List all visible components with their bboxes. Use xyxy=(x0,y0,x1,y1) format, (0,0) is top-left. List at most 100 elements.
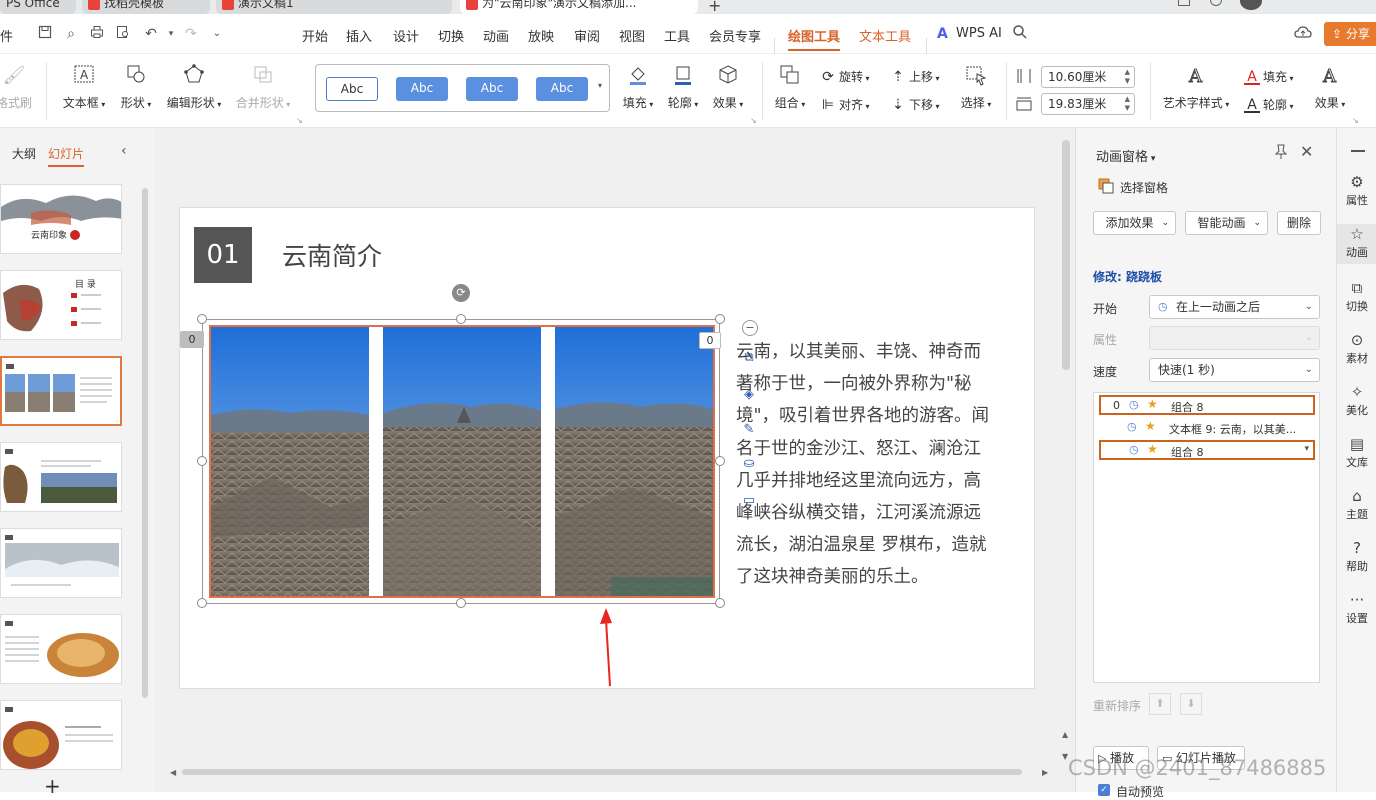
menu-file[interactable]: 件 xyxy=(0,26,13,45)
menu-item-wps-ai[interactable]: WPS AI xyxy=(956,26,1002,41)
edit-shape-button[interactable]: 编辑形状 ▾ xyxy=(162,64,226,111)
menu-item-drawing-tools[interactable]: 绘图工具 xyxy=(788,26,841,51)
new-tab-icon[interactable]: + xyxy=(708,0,721,14)
align-button[interactable]: ⊫ 对齐 ▾ xyxy=(820,96,870,113)
sidebar-collapse-icon[interactable] xyxy=(1351,150,1365,152)
output-icon[interactable]: ⌕ xyxy=(62,25,80,43)
group-button[interactable]: 组合 ▾ xyxy=(770,64,810,111)
text-outline-button[interactable]: A 轮廓 ▾ xyxy=(1244,96,1294,113)
slide-title[interactable]: 云南简介 xyxy=(282,237,382,273)
style-sample-fill-2[interactable]: Abc xyxy=(466,77,518,101)
resize-handle-bottom-left[interactable] xyxy=(197,598,207,608)
resize-handle-bottom[interactable] xyxy=(456,598,466,608)
save-icon[interactable] xyxy=(36,25,54,43)
slide-thumbnail-7[interactable] xyxy=(0,700,122,770)
search-icon[interactable] xyxy=(1012,24,1028,43)
art-text-style-button[interactable]: A 艺术字样式 ▾ xyxy=(1156,64,1236,111)
collapse-panel-icon[interactable]: ‹ xyxy=(121,143,127,159)
resize-handle-top-left[interactable] xyxy=(197,314,207,324)
tab-template[interactable]: 找稻壳模板 xyxy=(82,0,210,14)
style-sample-fill-1[interactable]: Abc xyxy=(396,77,448,101)
animation-list-item[interactable]: ◷ ★ 组合 8 ▾ xyxy=(1099,440,1315,460)
resize-handle-top-right[interactable] xyxy=(715,314,725,324)
move-up-icon[interactable]: ⬆ xyxy=(1149,693,1171,715)
undo-dropdown-icon[interactable]: ▾ xyxy=(162,25,180,43)
animation-pane-title[interactable]: 动画窗格 ▾ xyxy=(1096,146,1155,165)
height-input[interactable]: 19.83厘米 ▲ ▼ xyxy=(1041,93,1135,115)
menu-item-design[interactable]: 设计 xyxy=(393,26,419,45)
resize-handle-bottom-right[interactable] xyxy=(715,598,725,608)
smart-animation-button[interactable]: 智能动画 ⌄ xyxy=(1185,211,1268,235)
menu-item-member[interactable]: 会员专享 xyxy=(709,26,761,45)
format-painter-button[interactable]: 🖌 格式刷 xyxy=(0,64,36,111)
shape-outline-button[interactable]: 轮廓 ▾ xyxy=(663,64,703,111)
scroll-right-icon[interactable]: ▶ xyxy=(1042,768,1048,777)
more-dropdown-icon[interactable]: ⌄ xyxy=(208,25,226,43)
item-dropdown-icon[interactable]: ▾ xyxy=(1304,444,1309,454)
menu-item-review[interactable]: 审阅 xyxy=(574,26,600,45)
tab-outline[interactable]: 大纲 xyxy=(12,145,36,162)
sidebar-item-properties[interactable]: ⚙ 属性 xyxy=(1337,172,1376,208)
sidebar-item-help[interactable]: ? 帮助 xyxy=(1337,538,1376,574)
select-button[interactable]: 选择 ▾ xyxy=(956,64,996,111)
resize-handle-left[interactable] xyxy=(197,456,207,466)
skin-icon[interactable] xyxy=(1210,0,1222,6)
resize-handle-right[interactable] xyxy=(715,456,725,466)
sidebar-item-library[interactable]: ▤ 文库 xyxy=(1337,434,1376,470)
text-fill-button[interactable]: A 填充 ▾ xyxy=(1244,68,1294,85)
width-input[interactable]: 10.60厘米 ▲ ▼ xyxy=(1041,66,1135,88)
scroll-up-icon[interactable]: ▲ xyxy=(1062,730,1068,739)
animation-order-tag[interactable]: 0 xyxy=(699,332,721,349)
dialog-launcher-icon[interactable]: ↘ xyxy=(1352,116,1359,125)
slide-thumbnail-6[interactable] xyxy=(0,614,122,684)
move-down-icon[interactable]: ⬇ xyxy=(1180,693,1202,715)
shape-fill-button[interactable]: 填充 ▾ xyxy=(618,64,658,111)
animation-list-item[interactable]: ◷ ★ 文本框 9: 云南，以其美... xyxy=(1099,417,1315,437)
textbox-button[interactable]: A 文本框 ▾ xyxy=(58,64,110,111)
gallery-expand-icon[interactable]: ▾ xyxy=(598,81,602,90)
animation-list-item[interactable]: 0 ◷ ★ 组合 8 xyxy=(1099,395,1315,415)
style-sample-outline[interactable]: Abc xyxy=(326,77,378,101)
redo-icon[interactable]: ↷ xyxy=(182,25,200,43)
share-button[interactable]: ⇪ 分享 xyxy=(1324,22,1376,46)
speed-dropdown[interactable]: 快速(1 秒) ⌄ xyxy=(1149,358,1320,382)
slide-thumbnail-5[interactable] xyxy=(0,528,122,598)
shape-button[interactable]: 形状 ▾ xyxy=(114,64,158,111)
delete-animation-button[interactable]: 删除 xyxy=(1277,211,1321,235)
canvas-vertical-scrollbar[interactable] xyxy=(1062,140,1070,370)
width-spinner-icon[interactable]: ▲ ▼ xyxy=(1125,68,1130,86)
start-dropdown[interactable]: ◷ 在上一动画之后 ⌄ xyxy=(1149,295,1320,319)
user-avatar[interactable] xyxy=(1240,0,1262,10)
dialog-launcher-icon[interactable]: ↘ xyxy=(296,116,303,125)
sidebar-item-transition[interactable]: ⧉ 切换 xyxy=(1337,278,1376,314)
tab-active-document[interactable]: 为"云南印象"演示文稿添加... xyxy=(460,0,698,14)
menu-item-view[interactable]: 视图 xyxy=(619,26,645,45)
style-sample-fill-3[interactable]: Abc xyxy=(536,77,588,101)
horizontal-scroll-thumb[interactable] xyxy=(182,769,1022,775)
property-dropdown-disabled[interactable]: ⌄ xyxy=(1149,326,1320,350)
sidebar-item-theme[interactable]: ⌂ 主题 xyxy=(1337,486,1376,522)
sidebar-item-settings[interactable]: ··· 设置 xyxy=(1337,590,1376,626)
print-icon[interactable] xyxy=(88,25,106,43)
menu-item-insert[interactable]: 插入 xyxy=(346,26,372,45)
sidebar-item-materials[interactable]: ⊙ 素材 xyxy=(1337,330,1376,366)
menu-item-animation[interactable]: 动画 xyxy=(483,26,509,45)
menu-item-text-tools[interactable]: 文本工具 xyxy=(859,26,911,45)
add-slide-icon[interactable]: + xyxy=(44,774,61,798)
section-number-badge[interactable]: 01 xyxy=(194,227,252,283)
selection-pane-link[interactable]: 选择窗格 xyxy=(1120,179,1168,196)
dialog-launcher-icon[interactable]: ↘ xyxy=(750,116,757,125)
window-restore-icon[interactable] xyxy=(1178,0,1190,6)
cloud-upload-icon[interactable] xyxy=(1294,25,1312,44)
canvas-horizontal-scrollbar[interactable]: ◀ ▶ xyxy=(170,768,1050,777)
slide-body-text[interactable]: 云南，以其美丽、丰饶、神奇而著称于世，一向被外界称为"秘境"，吸引着世界各地的游… xyxy=(736,336,996,594)
rotate-handle-icon[interactable]: ⟳ xyxy=(452,284,470,302)
shape-effect-button[interactable]: 效果 ▾ xyxy=(708,64,748,111)
close-pane-icon[interactable]: ✕ xyxy=(1300,142,1313,161)
slide-thumbnail-1[interactable]: 云南印象 xyxy=(0,184,122,254)
tab-presentation1[interactable]: 演示文稿1 xyxy=(216,0,452,14)
sidebar-item-beautify[interactable]: ✧ 美化 xyxy=(1337,382,1376,418)
menu-item-tools[interactable]: 工具 xyxy=(664,26,690,45)
slide-thumbnail-2[interactable]: 目 录 xyxy=(0,270,122,340)
thumbnail-scrollbar[interactable] xyxy=(142,188,148,698)
